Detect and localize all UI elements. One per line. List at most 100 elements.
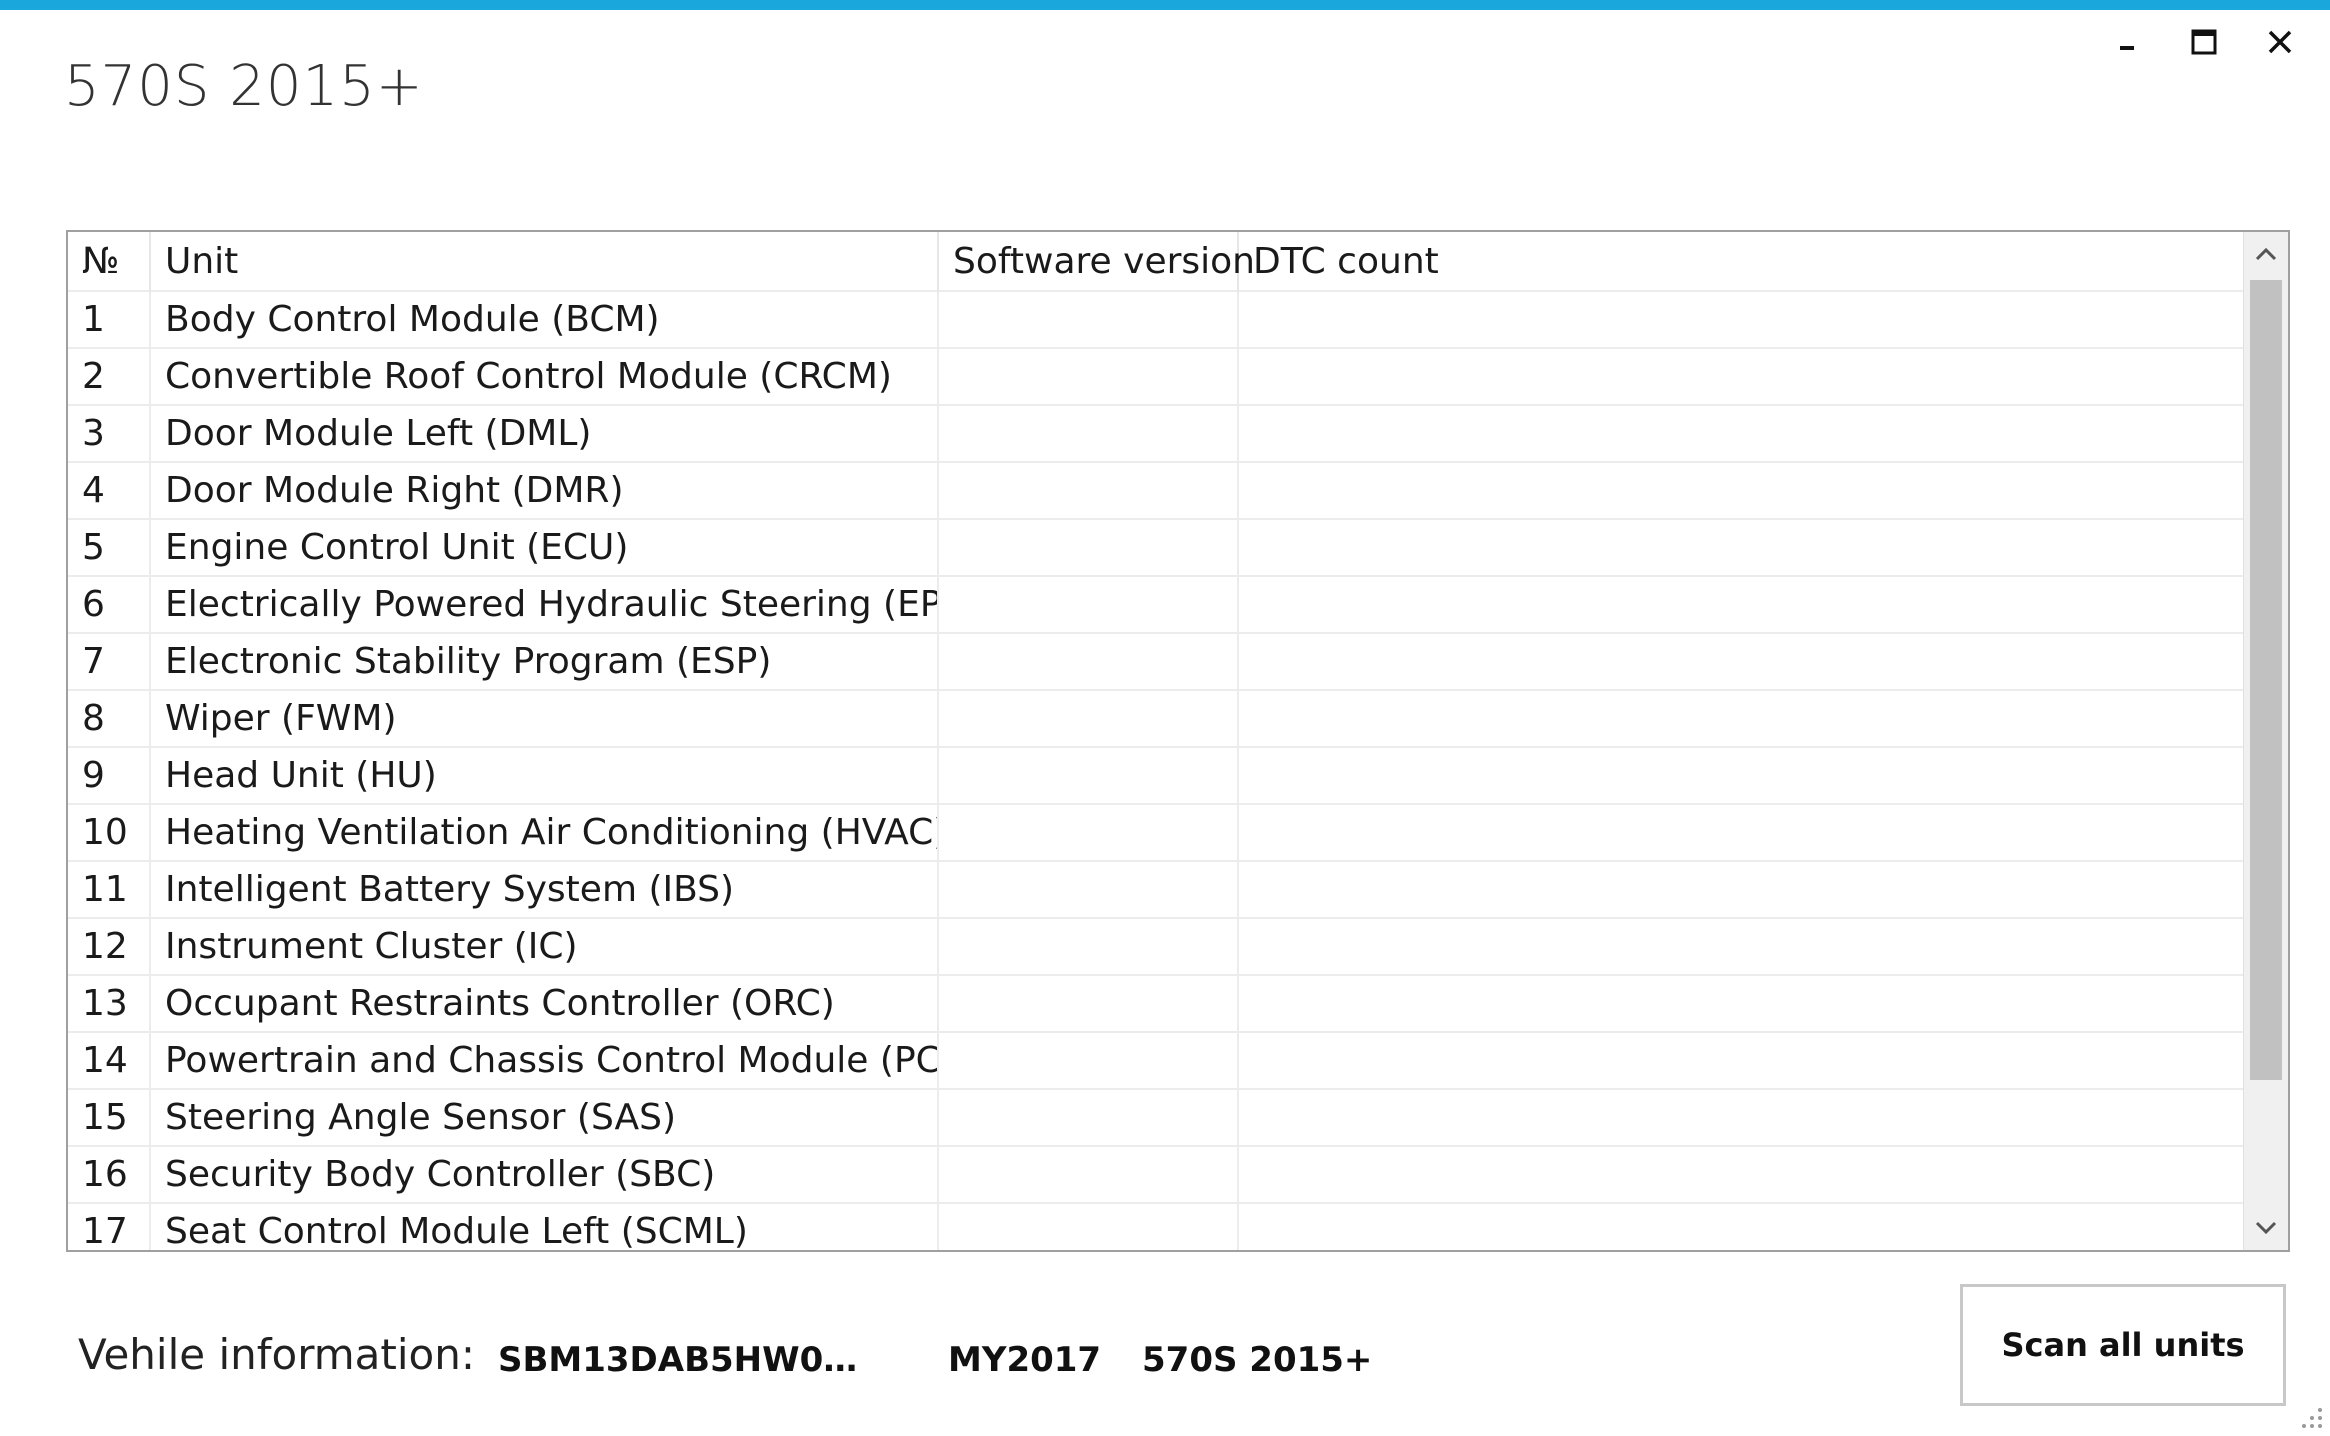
cell-no: 15 [68, 1089, 151, 1147]
cell-dtc-count [1238, 690, 2245, 748]
cell-software-version [938, 1032, 1239, 1090]
cell-unit: Steering Angle Sensor (SAS) [150, 1089, 939, 1147]
cell-no: 13 [68, 975, 151, 1033]
column-header-dtc-count[interactable]: DTC count [1238, 232, 2245, 291]
cell-no: 4 [68, 462, 151, 520]
cell-software-version [938, 804, 1239, 862]
cell-no: 7 [68, 633, 151, 691]
cell-software-version [938, 747, 1239, 805]
cell-software-version [938, 690, 1239, 748]
table-row[interactable]: 7 Electronic Stability Program (ESP) [68, 633, 2245, 691]
cell-unit: Door Module Right (DMR) [150, 462, 939, 520]
resize-grip-icon[interactable] [2296, 1402, 2324, 1430]
cell-no: 10 [68, 804, 151, 862]
cell-software-version [938, 1146, 1239, 1204]
table-body: 1 Body Control Module (BCM) 2 Convertible R… [68, 290, 2245, 1250]
cell-unit: Engine Control Unit (ECU) [150, 519, 939, 577]
cell-no: 1 [68, 290, 151, 349]
cell-no: 16 [68, 1146, 151, 1204]
cell-dtc-count [1238, 861, 2245, 919]
cell-no: 14 [68, 1032, 151, 1090]
table-header-row: № Unit Software version DTC count [68, 232, 2245, 291]
cell-unit: Electrically Powered Hydraulic Steering … [150, 576, 939, 634]
cell-unit: Electronic Stability Program (ESP) [150, 633, 939, 691]
cell-software-version [938, 348, 1239, 406]
cell-unit: Occupant Restraints Controller (ORC) [150, 975, 939, 1033]
cell-software-version [938, 861, 1239, 919]
column-header-software-version[interactable]: Software version [938, 232, 1255, 291]
cell-dtc-count [1238, 1089, 2245, 1147]
close-icon[interactable] [2256, 18, 2304, 66]
title-accent-bar [0, 0, 2330, 10]
cell-no: 17 [68, 1203, 151, 1250]
table-row[interactable]: 11 Intelligent Battery System (IBS) [68, 861, 2245, 919]
cell-unit: Head Unit (HU) [150, 747, 939, 805]
units-table[interactable]: № Unit Software version DTC count 1 Body … [66, 230, 2290, 1252]
cell-dtc-count [1238, 747, 2245, 805]
cell-no: 3 [68, 405, 151, 463]
table-row[interactable]: 17 Seat Control Module Left (SCML) [68, 1203, 2245, 1250]
cell-dtc-count [1238, 576, 2245, 634]
cell-software-version [938, 519, 1239, 577]
scrollbar-thumb[interactable] [2250, 280, 2282, 1080]
cell-dtc-count [1238, 918, 2245, 976]
vehicle-vin: SBM13DAB5HW0… [498, 1340, 858, 1380]
scroll-up-icon[interactable] [2244, 232, 2288, 276]
cell-unit: Instrument Cluster (IC) [150, 918, 939, 976]
cell-unit: Powertrain and Chassis Control Module (P… [150, 1032, 939, 1090]
cell-software-version [938, 918, 1239, 976]
cell-dtc-count [1238, 1203, 2245, 1250]
table-row[interactable]: 6 Electrically Powered Hydraulic Steering… [68, 576, 2245, 634]
cell-no: 2 [68, 348, 151, 406]
cell-dtc-count [1238, 1146, 2245, 1204]
scroll-down-icon[interactable] [2244, 1206, 2288, 1250]
table-row[interactable]: 9 Head Unit (HU) [68, 747, 2245, 805]
cell-no: 9 [68, 747, 151, 805]
cell-no: 5 [68, 519, 151, 577]
cell-unit: Heating Ventilation Air Conditioning (HV… [150, 804, 939, 862]
cell-no: 6 [68, 576, 151, 634]
cell-dtc-count [1238, 348, 2245, 406]
table-row[interactable]: 4 Door Module Right (DMR) [68, 462, 2245, 520]
cell-unit: Wiper (FWM) [150, 690, 939, 748]
table-row[interactable]: 15 Steering Angle Sensor (SAS) [68, 1089, 2245, 1147]
table-row[interactable]: 10 Heating Ventilation Air Conditioning (… [68, 804, 2245, 862]
table-row[interactable]: 1 Body Control Module (BCM) [68, 290, 2245, 349]
cell-software-version [938, 633, 1239, 691]
cell-dtc-count [1238, 405, 2245, 463]
cell-unit: Security Body Controller (SBC) [150, 1146, 939, 1204]
table-row[interactable]: 8 Wiper (FWM) [68, 690, 2245, 748]
vehicle-model: 570S 2015+ [1142, 1340, 1373, 1380]
cell-software-version [938, 1089, 1239, 1147]
vertical-scrollbar[interactable] [2243, 232, 2288, 1250]
column-header-no[interactable]: № [68, 232, 151, 291]
cell-dtc-count [1238, 804, 2245, 862]
table-row[interactable]: 16 Security Body Controller (SBC) [68, 1146, 2245, 1204]
table-row[interactable]: 2 Convertible Roof Control Module (CRCM) [68, 348, 2245, 406]
cell-no: 11 [68, 861, 151, 919]
cell-no: 8 [68, 690, 151, 748]
cell-dtc-count [1238, 975, 2245, 1033]
minimize-icon[interactable] [2104, 18, 2152, 66]
cell-unit: Body Control Module (BCM) [150, 290, 939, 349]
app-window: 570S 2015+ № Unit Software version DTC c… [0, 0, 2330, 1436]
cell-no: 12 [68, 918, 151, 976]
scan-all-units-button[interactable]: Scan all units [1960, 1284, 2286, 1406]
column-header-unit[interactable]: Unit [150, 232, 939, 291]
table-row[interactable]: 3 Door Module Left (DML) [68, 405, 2245, 463]
cell-unit: Door Module Left (DML) [150, 405, 939, 463]
vehicle-info-label: Vehile information: [78, 1330, 476, 1379]
window-controls [2104, 18, 2304, 66]
cell-dtc-count [1238, 633, 2245, 691]
cell-software-version [938, 405, 1239, 463]
maximize-icon[interactable] [2180, 18, 2228, 66]
cell-unit: Seat Control Module Left (SCML) [150, 1203, 939, 1250]
cell-dtc-count [1238, 1032, 2245, 1090]
cell-software-version [938, 290, 1239, 349]
cell-software-version [938, 462, 1239, 520]
table-row[interactable]: 14 Powertrain and Chassis Control Module … [68, 1032, 2245, 1090]
table-row[interactable]: 12 Instrument Cluster (IC) [68, 918, 2245, 976]
cell-unit: Convertible Roof Control Module (CRCM) [150, 348, 939, 406]
table-row[interactable]: 13 Occupant Restraints Controller (ORC) [68, 975, 2245, 1033]
table-row[interactable]: 5 Engine Control Unit (ECU) [68, 519, 2245, 577]
